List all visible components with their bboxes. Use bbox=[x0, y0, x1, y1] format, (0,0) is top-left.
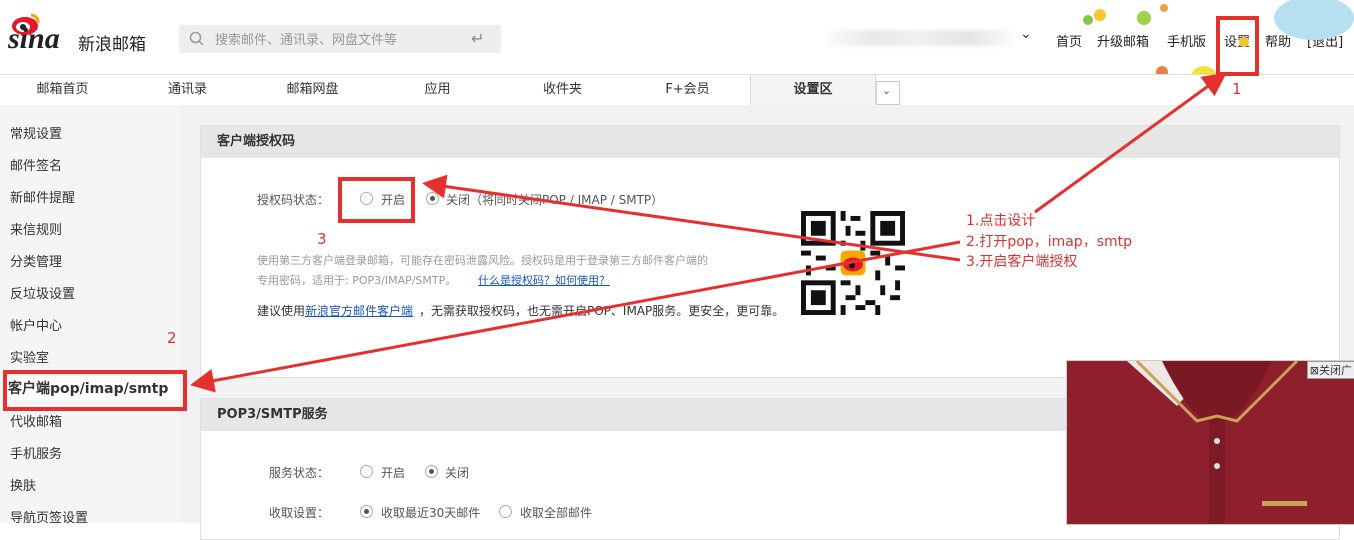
fetch-all-label[interactable]: 收取全部邮件 bbox=[520, 504, 592, 521]
sidebar-item-rules[interactable]: 来信规则 bbox=[10, 219, 62, 238]
service-off-label[interactable]: 关闭 bbox=[445, 464, 469, 481]
service-on-label[interactable]: 开启 bbox=[381, 464, 405, 481]
fetch-30days-label[interactable]: 收取最近30天邮件 bbox=[381, 504, 480, 521]
tab-inbox-folder[interactable]: 收件夹 bbox=[500, 75, 625, 105]
sidebar-item-collect-mailbox[interactable]: 代收邮箱 bbox=[10, 411, 62, 430]
annotation-num-2: 2 bbox=[167, 329, 177, 347]
ad-close-button[interactable]: ⊠关闭广 bbox=[1306, 361, 1354, 379]
user-dropdown-caret[interactable]: ⌄ bbox=[1020, 26, 1032, 42]
settings-sidebar: 常规设置 邮件签名 新邮件提醒 来信规则 分类管理 反垃圾设置 帐户中心 实验室… bbox=[0, 105, 180, 526]
auth-status-label: 授权码状态： bbox=[257, 193, 330, 207]
annotation-num-3: 3 bbox=[317, 230, 327, 248]
service-off-radio[interactable] bbox=[425, 465, 438, 478]
sidebar-item-antispam[interactable]: 反垃圾设置 bbox=[10, 283, 75, 302]
sidebar-item-lab[interactable]: 实验室 bbox=[10, 347, 49, 366]
sidebar-item-general[interactable]: 常规设置 bbox=[10, 123, 62, 142]
chevron-down-icon: ⌄ bbox=[882, 84, 892, 97]
tab-settings[interactable]: 设置区 bbox=[750, 75, 876, 105]
tab-mail-home[interactable]: 邮箱首页 bbox=[0, 75, 125, 105]
auth-help-link[interactable]: 什么是授权码？如何使用？ bbox=[478, 272, 610, 288]
service-on-radio[interactable] bbox=[360, 465, 373, 478]
sidebar-item-account[interactable]: 帐户中心 bbox=[10, 315, 62, 334]
nav-tabs: 邮箱首页 通讯录 邮箱网盘 应用 收件夹 F+会员 设置区 ⌄ bbox=[0, 74, 1354, 106]
service-status-label: 服务状态： bbox=[269, 466, 330, 480]
sidebar-item-skin[interactable]: 换肤 bbox=[10, 475, 36, 494]
auth-desc-line1: 使用第三方客户端登录邮箱，可能存在密码泄露风险。授权码是用于登录第三方邮件客户端… bbox=[257, 254, 708, 267]
search-input[interactable] bbox=[213, 29, 457, 51]
search-icon bbox=[189, 31, 204, 46]
fetch-30days-radio[interactable] bbox=[360, 505, 373, 518]
fetch-setting-label: 收取设置： bbox=[269, 506, 330, 520]
tab-more-button[interactable]: ⌄ bbox=[876, 81, 900, 105]
annotation-box-client-item bbox=[3, 370, 187, 411]
annotation-num-1: 1 bbox=[1232, 80, 1242, 98]
username-blurred bbox=[828, 30, 1013, 46]
annotation-step-3: 3.开启客户端授权 bbox=[966, 254, 1078, 270]
annotation-box-settings bbox=[1216, 16, 1259, 76]
sidebar-item-nav-tabs-setting[interactable]: 导航页签设置 bbox=[10, 507, 88, 526]
brand-name: 新浪邮箱 bbox=[78, 35, 146, 55]
header: sina 新浪邮箱 ↵ ⌄ 首页 升级邮箱 手机版 设置 帮助 [退出] bbox=[0, 0, 1354, 106]
tab-contacts[interactable]: 通讯录 bbox=[125, 75, 250, 105]
annotation-box-auth-on bbox=[338, 177, 415, 223]
sina-wordmark: sina bbox=[8, 22, 60, 55]
tab-fplus-member[interactable]: F+会员 bbox=[625, 75, 750, 105]
qr-code-image bbox=[801, 211, 905, 315]
search-box[interactable]: ↵ bbox=[179, 25, 501, 53]
ad-popup[interactable]: ⊠关闭广 bbox=[1066, 360, 1354, 525]
enter-icon[interactable]: ↵ bbox=[471, 29, 484, 48]
tab-apps[interactable]: 应用 bbox=[375, 75, 500, 105]
annotation-step-2: 2.打开pop，imap，smtp bbox=[966, 234, 1132, 250]
annotation-step-1: 1.点击设计 bbox=[966, 213, 1036, 229]
ad-close-label: 关闭广 bbox=[1319, 364, 1352, 377]
sidebar-item-signature[interactable]: 邮件签名 bbox=[10, 155, 62, 174]
close-icon: ⊠ bbox=[1309, 364, 1319, 377]
official-client-link[interactable]: 新浪官方邮件客户端 bbox=[305, 302, 413, 319]
sidebar-item-categories[interactable]: 分类管理 bbox=[10, 251, 62, 270]
suggest-prefix: 建议使用 bbox=[257, 304, 306, 318]
sina-logo[interactable]: sina bbox=[8, 12, 74, 55]
suggest-suffix: ，无需获取授权码，也无需开启POP、IMAP服务。更安全，更可靠。 bbox=[419, 304, 785, 318]
auth-off-radio[interactable] bbox=[426, 192, 439, 205]
sidebar-item-new-mail-alert[interactable]: 新邮件提醒 bbox=[10, 187, 75, 206]
fetch-all-radio[interactable] bbox=[499, 505, 512, 518]
auth-code-title: 客户端授权码 bbox=[201, 126, 1339, 158]
tab-netdisk[interactable]: 邮箱网盘 bbox=[250, 75, 375, 105]
ad-shirt-image bbox=[1067, 361, 1354, 524]
auth-off-label[interactable]: 关闭（将同时关闭POP / IMAP / SMTP） bbox=[446, 191, 663, 208]
auth-code-panel: 客户端授权码 授权码状态： 开启 关闭（将同时关闭POP / IMAP / SM… bbox=[200, 125, 1340, 378]
sidebar-item-mobile-service[interactable]: 手机服务 bbox=[10, 443, 62, 462]
auth-desc-line2: 专用密码，适用于: POP3/IMAP/SMTP。 bbox=[257, 274, 457, 287]
